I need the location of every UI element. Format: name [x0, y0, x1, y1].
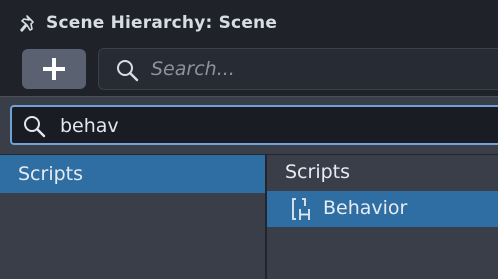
result-item-label: Behavior	[323, 197, 408, 219]
hierarchy-search-input[interactable]	[151, 56, 491, 82]
add-button[interactable]	[22, 49, 86, 89]
search-icon	[24, 116, 46, 138]
plus-icon	[43, 58, 65, 80]
result-item-behavior[interactable]: Behavior	[267, 191, 498, 227]
toolbar	[0, 46, 498, 96]
behavior-script-icon	[292, 198, 310, 220]
popup-search-input[interactable]	[60, 113, 460, 139]
pin-icon[interactable]	[18, 12, 42, 36]
search-icon	[117, 60, 139, 82]
add-component-popup: Scripts Scripts Behavior	[0, 96, 498, 279]
panel-title: Scene Hierarchy: Scene	[46, 13, 278, 33]
panel-header: Scene Hierarchy: Scene	[0, 0, 498, 46]
results-header: Scripts	[285, 161, 351, 183]
category-item-label: Scripts	[18, 163, 84, 185]
results-list: Scripts Behavior	[267, 155, 498, 279]
category-item-scripts[interactable]: Scripts	[0, 155, 265, 193]
hierarchy-search-box[interactable]	[98, 48, 498, 90]
popup-search-box[interactable]	[10, 105, 498, 145]
category-list: Scripts	[0, 155, 265, 279]
